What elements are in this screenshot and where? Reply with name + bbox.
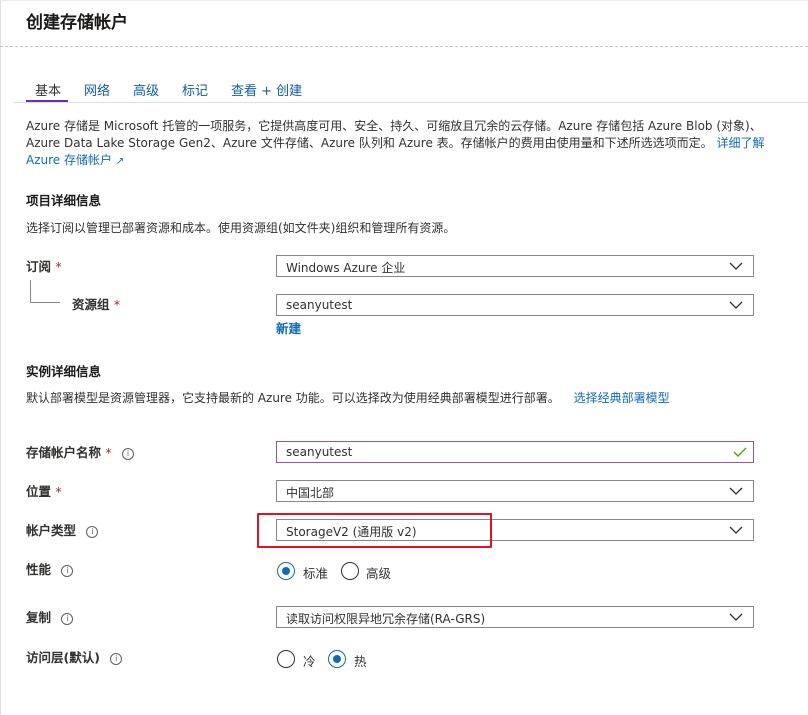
subscription-value: Windows Azure 企业 (286, 261, 406, 275)
external-link-icon: ↗ (115, 156, 125, 167)
info-icon[interactable]: i (110, 653, 123, 665)
access-tier-label-text: 访问层(默认) (26, 650, 100, 665)
required-marker: * (113, 297, 121, 312)
performance-premium-radio[interactable] (341, 562, 359, 580)
tree-connector-vertical (30, 280, 31, 302)
replication-select[interactable]: 读取访问权限异地冗余存储(RA-GRS) (276, 606, 754, 628)
intro-text: Azure 存储是 Microsoft 托管的一项服务，它提供高度可用、安全、持… (26, 119, 762, 150)
subscription-label-text: 订阅 (26, 259, 52, 274)
account-type-label: 帐户类型 i (26, 520, 99, 539)
checkmark-icon (733, 447, 747, 457)
required-marker: * (55, 259, 62, 274)
intro-paragraph: Azure 存储是 Microsoft 托管的一项服务，它提供高度可用、安全、持… (26, 118, 786, 170)
performance-label-text: 性能 (26, 562, 52, 577)
access-tier-cool-radio[interactable] (277, 650, 295, 668)
access-tier-hot-radio[interactable] (328, 650, 346, 668)
project-details-heading: 项目详细信息 (26, 193, 102, 208)
replication-value: 读取访问权限异地冗余存储(RA-GRS) (286, 612, 486, 626)
access-tier-cool-label[interactable]: 冷 (303, 651, 316, 670)
location-label-text: 位置 (26, 484, 52, 499)
instance-details-desc-text: 默认部署模型是资源管理器，它支持最新的 Azure 功能。可以选择改为使用经典部… (26, 391, 560, 405)
chevron-down-icon (729, 262, 743, 270)
tab-networking[interactable]: 网络 (84, 80, 110, 99)
resource-group-label-text: 资源组 (72, 297, 110, 312)
chevron-down-icon (729, 613, 743, 621)
storage-account-name-input[interactable]: seanyutest (276, 441, 754, 463)
subscription-select[interactable]: Windows Azure 企业 (276, 255, 754, 277)
location-label: 位置 * (26, 481, 62, 500)
red-highlight-box (257, 513, 492, 548)
resource-group-select[interactable]: seanyutest (276, 294, 754, 316)
info-icon[interactable]: i (121, 448, 134, 460)
create-new-resource-group-link[interactable]: 新建 (276, 318, 301, 337)
tabs-divider (14, 102, 808, 103)
info-icon[interactable]: i (86, 526, 99, 538)
chevron-down-icon (729, 526, 743, 534)
blade-top-border (0, 0, 808, 1)
location-select[interactable]: 中国北部 (276, 480, 754, 502)
instance-details-desc: 默认部署模型是资源管理器，它支持最新的 Azure 功能。可以选择改为使用经典部… (26, 389, 670, 406)
performance-premium-label[interactable]: 高级 (366, 563, 391, 582)
tab-review-create[interactable]: 查看 + 创建 (231, 80, 302, 99)
chevron-down-icon (729, 301, 743, 309)
tree-connector-horizontal (30, 302, 60, 303)
storage-account-name-value: seanyutest (286, 445, 353, 459)
tab-basics[interactable]: 基本 (35, 80, 61, 99)
resource-group-value: seanyutest (286, 298, 353, 312)
resource-group-label: 资源组 * (72, 294, 120, 313)
account-type-label-text: 帐户类型 (26, 523, 77, 538)
project-details-desc: 选择订阅以管理已部署资源和成本。使用资源组(如文件夹)组织和管理所有资源。 (26, 221, 456, 235)
required-marker: * (55, 484, 62, 499)
access-tier-label: 访问层(默认) i (26, 647, 123, 666)
info-icon[interactable]: i (61, 565, 74, 577)
performance-standard-radio[interactable] (277, 562, 295, 580)
instance-details-heading: 实例详细信息 (26, 364, 102, 379)
access-tier-hot-label[interactable]: 热 (354, 651, 367, 670)
info-icon[interactable]: i (61, 613, 74, 625)
chevron-down-icon (729, 487, 743, 495)
tab-tags[interactable]: 标记 (182, 80, 208, 99)
replication-label: 复制 i (26, 607, 74, 626)
storage-account-name-label: 存储帐户名称 * i (26, 442, 134, 461)
replication-label-text: 复制 (26, 610, 52, 625)
storage-account-name-label-text: 存储帐户名称 (26, 445, 102, 460)
required-marker: * (105, 445, 112, 460)
blade-left-border (0, 0, 1, 715)
page-title: 创建存储帐户 (26, 13, 128, 33)
performance-label: 性能 i (26, 559, 74, 578)
title-separator (0, 46, 808, 47)
subscription-label: 订阅 * (26, 256, 62, 275)
performance-standard-label[interactable]: 标准 (303, 563, 328, 582)
classic-deployment-link[interactable]: 选择经典部署模型 (574, 391, 670, 405)
tab-advanced[interactable]: 高级 (133, 80, 159, 99)
location-value: 中国北部 (286, 486, 335, 500)
